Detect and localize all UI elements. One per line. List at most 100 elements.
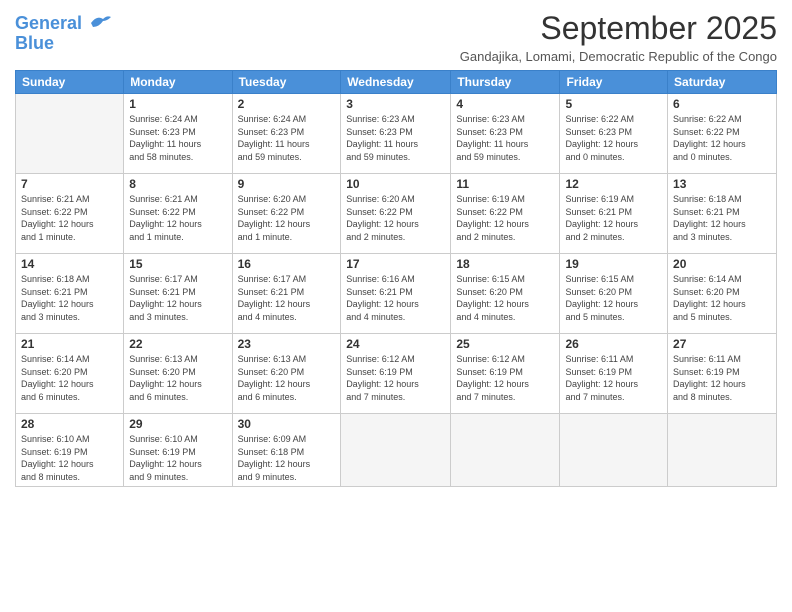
day-number: 10 bbox=[346, 177, 445, 191]
day-number: 9 bbox=[238, 177, 336, 191]
header-wednesday: Wednesday bbox=[341, 71, 451, 94]
day-number: 17 bbox=[346, 257, 445, 271]
day-info: Sunrise: 6:21 AM Sunset: 6:22 PM Dayligh… bbox=[21, 193, 118, 243]
month-title: September 2025 bbox=[460, 10, 777, 47]
day-info: Sunrise: 6:22 AM Sunset: 6:22 PM Dayligh… bbox=[673, 113, 771, 163]
day-info: Sunrise: 6:24 AM Sunset: 6:23 PM Dayligh… bbox=[129, 113, 226, 163]
table-row: 26 Sunrise: 6:11 AM Sunset: 6:19 PM Dayli… bbox=[560, 334, 668, 414]
day-info: Sunrise: 6:15 AM Sunset: 6:20 PM Dayligh… bbox=[565, 273, 662, 323]
logo-line2: Blue bbox=[15, 34, 111, 54]
table-row: 12 Sunrise: 6:19 AM Sunset: 6:21 PM Dayli… bbox=[560, 174, 668, 254]
day-info: Sunrise: 6:17 AM Sunset: 6:21 PM Dayligh… bbox=[238, 273, 336, 323]
day-info: Sunrise: 6:14 AM Sunset: 6:20 PM Dayligh… bbox=[673, 273, 771, 323]
day-number: 15 bbox=[129, 257, 226, 271]
day-number: 19 bbox=[565, 257, 662, 271]
day-info: Sunrise: 6:15 AM Sunset: 6:20 PM Dayligh… bbox=[456, 273, 554, 323]
day-info: Sunrise: 6:12 AM Sunset: 6:19 PM Dayligh… bbox=[456, 353, 554, 403]
day-info: Sunrise: 6:23 AM Sunset: 6:23 PM Dayligh… bbox=[346, 113, 445, 163]
day-info: Sunrise: 6:13 AM Sunset: 6:20 PM Dayligh… bbox=[129, 353, 226, 403]
day-info: Sunrise: 6:10 AM Sunset: 6:19 PM Dayligh… bbox=[129, 433, 226, 483]
header-thursday: Thursday bbox=[451, 71, 560, 94]
table-row: 2 Sunrise: 6:24 AM Sunset: 6:23 PM Daylig… bbox=[232, 94, 341, 174]
day-number: 18 bbox=[456, 257, 554, 271]
table-row: 15 Sunrise: 6:17 AM Sunset: 6:21 PM Dayli… bbox=[124, 254, 232, 334]
day-info: Sunrise: 6:16 AM Sunset: 6:21 PM Dayligh… bbox=[346, 273, 445, 323]
day-number: 29 bbox=[129, 417, 226, 431]
table-row: 24 Sunrise: 6:12 AM Sunset: 6:19 PM Dayli… bbox=[341, 334, 451, 414]
table-row: 25 Sunrise: 6:12 AM Sunset: 6:19 PM Dayli… bbox=[451, 334, 560, 414]
day-number: 20 bbox=[673, 257, 771, 271]
day-number: 8 bbox=[129, 177, 226, 191]
table-row: 29 Sunrise: 6:10 AM Sunset: 6:19 PM Dayli… bbox=[124, 414, 232, 487]
table-row: 3 Sunrise: 6:23 AM Sunset: 6:23 PM Daylig… bbox=[341, 94, 451, 174]
table-row: 6 Sunrise: 6:22 AM Sunset: 6:22 PM Daylig… bbox=[668, 94, 777, 174]
table-row: 14 Sunrise: 6:18 AM Sunset: 6:21 PM Dayli… bbox=[16, 254, 124, 334]
table-row: 21 Sunrise: 6:14 AM Sunset: 6:20 PM Dayli… bbox=[16, 334, 124, 414]
day-number: 1 bbox=[129, 97, 226, 111]
day-number: 25 bbox=[456, 337, 554, 351]
table-row: 22 Sunrise: 6:13 AM Sunset: 6:20 PM Dayli… bbox=[124, 334, 232, 414]
day-number: 3 bbox=[346, 97, 445, 111]
table-row: 28 Sunrise: 6:10 AM Sunset: 6:19 PM Dayli… bbox=[16, 414, 124, 487]
day-number: 13 bbox=[673, 177, 771, 191]
table-row bbox=[16, 94, 124, 174]
day-number: 21 bbox=[21, 337, 118, 351]
table-row: 17 Sunrise: 6:16 AM Sunset: 6:21 PM Dayli… bbox=[341, 254, 451, 334]
day-number: 11 bbox=[456, 177, 554, 191]
day-number: 22 bbox=[129, 337, 226, 351]
table-row: 13 Sunrise: 6:18 AM Sunset: 6:21 PM Dayli… bbox=[668, 174, 777, 254]
day-number: 16 bbox=[238, 257, 336, 271]
day-info: Sunrise: 6:11 AM Sunset: 6:19 PM Dayligh… bbox=[565, 353, 662, 403]
day-number: 14 bbox=[21, 257, 118, 271]
table-row: 1 Sunrise: 6:24 AM Sunset: 6:23 PM Daylig… bbox=[124, 94, 232, 174]
day-info: Sunrise: 6:18 AM Sunset: 6:21 PM Dayligh… bbox=[21, 273, 118, 323]
day-number: 2 bbox=[238, 97, 336, 111]
table-row: 18 Sunrise: 6:15 AM Sunset: 6:20 PM Dayli… bbox=[451, 254, 560, 334]
table-row: 11Sunrise: 6:19 AM Sunset: 6:22 PM Dayli… bbox=[451, 174, 560, 254]
table-row: 27 Sunrise: 6:11 AM Sunset: 6:19 PM Dayli… bbox=[668, 334, 777, 414]
day-info: Sunrise: 6:12 AM Sunset: 6:19 PM Dayligh… bbox=[346, 353, 445, 403]
day-info: Sunrise: 6:23 AM Sunset: 6:23 PM Dayligh… bbox=[456, 113, 554, 163]
day-info: Sunrise: 6:24 AM Sunset: 6:23 PM Dayligh… bbox=[238, 113, 336, 163]
table-row bbox=[341, 414, 451, 487]
table-row: 4 Sunrise: 6:23 AM Sunset: 6:23 PM Daylig… bbox=[451, 94, 560, 174]
table-row bbox=[560, 414, 668, 487]
day-info: Sunrise: 6:11 AM Sunset: 6:19 PM Dayligh… bbox=[673, 353, 771, 403]
day-number: 26 bbox=[565, 337, 662, 351]
header-monday: Monday bbox=[124, 71, 232, 94]
day-number: 4 bbox=[456, 97, 554, 111]
day-info: Sunrise: 6:19 AM Sunset: 6:21 PM Dayligh… bbox=[565, 193, 662, 243]
day-number: 27 bbox=[673, 337, 771, 351]
table-row: 10 Sunrise: 6:20 AM Sunset: 6:22 PM Dayli… bbox=[341, 174, 451, 254]
header-tuesday: Tuesday bbox=[232, 71, 341, 94]
table-row: 9Sunrise: 6:20 AM Sunset: 6:22 PM Daylig… bbox=[232, 174, 341, 254]
table-row bbox=[668, 414, 777, 487]
day-number: 24 bbox=[346, 337, 445, 351]
day-number: 6 bbox=[673, 97, 771, 111]
title-section: September 2025 Gandajika, Lomami, Democr… bbox=[460, 10, 777, 64]
day-info: Sunrise: 6:22 AM Sunset: 6:23 PM Dayligh… bbox=[565, 113, 662, 163]
day-info: Sunrise: 6:20 AM Sunset: 6:22 PM Dayligh… bbox=[346, 193, 445, 243]
day-info: Sunrise: 6:13 AM Sunset: 6:20 PM Dayligh… bbox=[238, 353, 336, 403]
table-row bbox=[451, 414, 560, 487]
day-info: Sunrise: 6:09 AM Sunset: 6:18 PM Dayligh… bbox=[238, 433, 336, 483]
day-number: 28 bbox=[21, 417, 118, 431]
day-info: Sunrise: 6:18 AM Sunset: 6:21 PM Dayligh… bbox=[673, 193, 771, 243]
day-info: Sunrise: 6:14 AM Sunset: 6:20 PM Dayligh… bbox=[21, 353, 118, 403]
table-row: 19 Sunrise: 6:15 AM Sunset: 6:20 PM Dayli… bbox=[560, 254, 668, 334]
day-number: 23 bbox=[238, 337, 336, 351]
header-saturday: Saturday bbox=[668, 71, 777, 94]
logo: General Blue bbox=[15, 14, 111, 54]
logo-bird-icon bbox=[89, 13, 111, 31]
day-number: 5 bbox=[565, 97, 662, 111]
header: General Blue September 2025 Gandajika, L… bbox=[15, 10, 777, 64]
table-row: 16 Sunrise: 6:17 AM Sunset: 6:21 PM Dayli… bbox=[232, 254, 341, 334]
day-info: Sunrise: 6:17 AM Sunset: 6:21 PM Dayligh… bbox=[129, 273, 226, 323]
header-sunday: Sunday bbox=[16, 71, 124, 94]
logo-text: General bbox=[15, 14, 111, 34]
day-number: 30 bbox=[238, 417, 336, 431]
table-row: 7Sunrise: 6:21 AM Sunset: 6:22 PM Daylig… bbox=[16, 174, 124, 254]
table-row: 23 Sunrise: 6:13 AM Sunset: 6:20 PM Dayli… bbox=[232, 334, 341, 414]
day-number: 12 bbox=[565, 177, 662, 191]
day-info: Sunrise: 6:10 AM Sunset: 6:19 PM Dayligh… bbox=[21, 433, 118, 483]
